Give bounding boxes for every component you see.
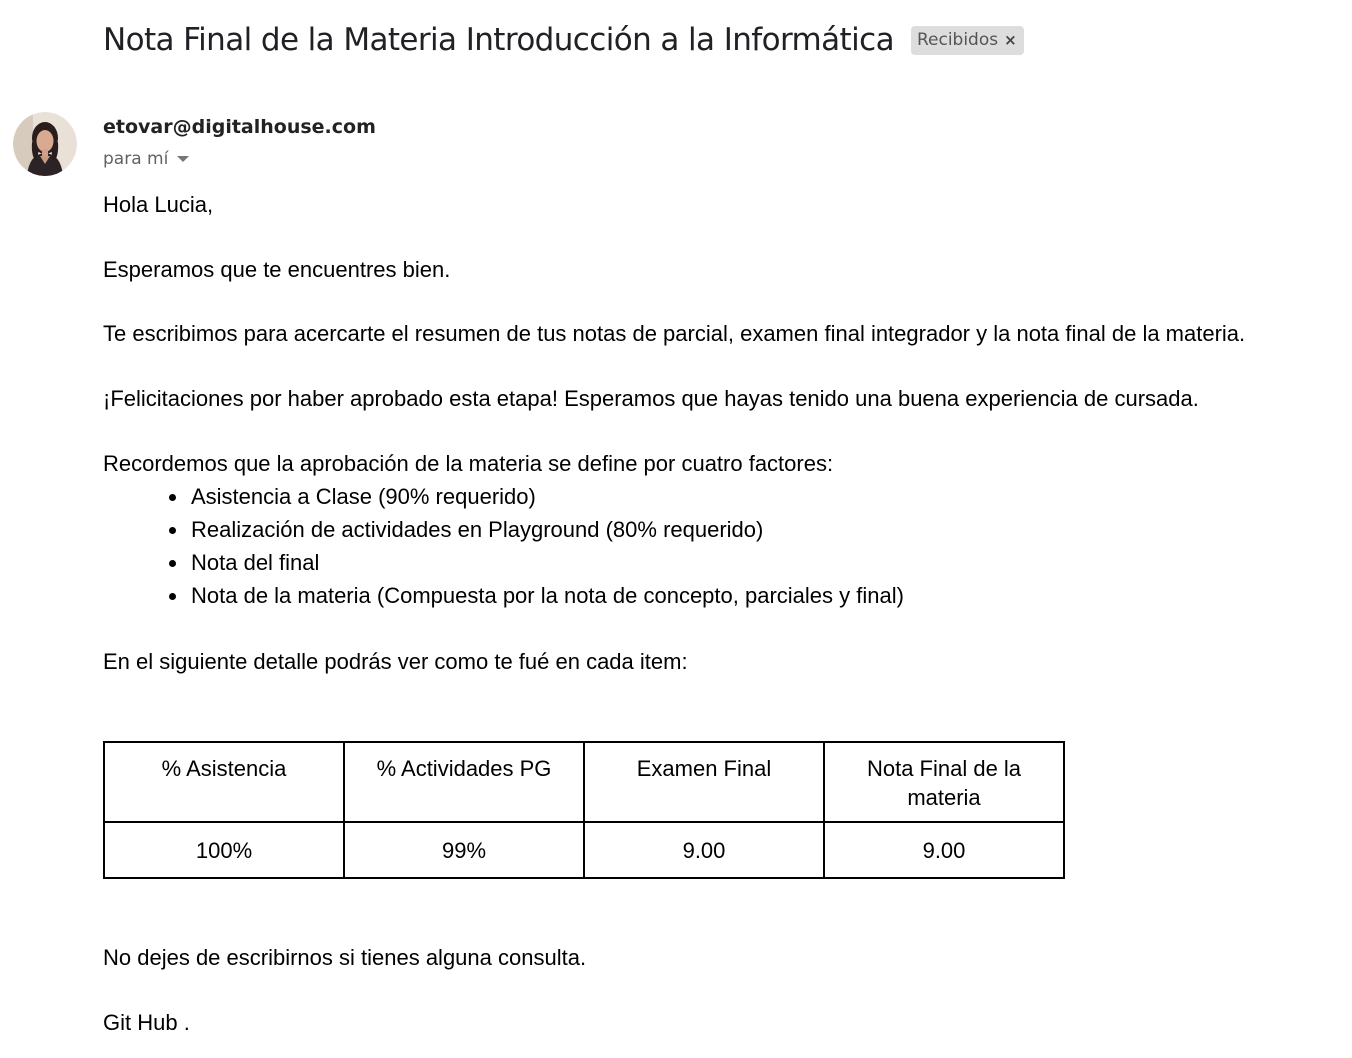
signature: Git Hub . (103, 1010, 190, 1035)
requirements-list: Asistencia a Clase (90% requerido) Reali… (169, 483, 904, 615)
email-subject: Nota Final de la Materia Introducción a … (103, 22, 895, 58)
recipient-details-toggle[interactable]: para mí (103, 149, 190, 169)
bullet-icon (169, 527, 176, 534)
list-item: Nota de la materia (Compuesta por la not… (169, 582, 904, 615)
table-header-cell: % Actividades PG (343, 741, 585, 823)
list-item: Nota del final (169, 549, 904, 582)
recipient-label: para mí (103, 149, 169, 169)
list-item: Realización de actividades en Playground… (169, 516, 904, 549)
grades-table: % Asistencia % Actividades PG Examen Fin… (103, 741, 1065, 879)
label-chip-inbox[interactable]: Recibidos × (910, 25, 1024, 55)
table-header-cell: % Asistencia (103, 741, 345, 823)
label-chip-text: Recibidos (916, 30, 999, 50)
subject-row: Nota Final de la Materia Introducción a … (103, 22, 1024, 58)
table-cell: 9.00 (823, 821, 1065, 879)
table-cell: 99% (343, 821, 585, 879)
list-item: Asistencia a Clase (90% requerido) (169, 483, 904, 516)
paragraph-2: Te escribimos para acercarte el resumen … (103, 321, 1246, 346)
avatar-photo-icon (13, 112, 77, 176)
close-icon[interactable]: × (1004, 31, 1017, 49)
table-header-row: % Asistencia % Actividades PG Examen Fin… (103, 741, 1065, 823)
table-cell: 9.00 (583, 821, 825, 879)
paragraph-1: Esperamos que te encuentres bien. (103, 257, 451, 282)
paragraph-3: ¡Felicitaciones por haber aprobado esta … (103, 386, 1199, 411)
table-cell: 100% (103, 821, 345, 879)
list-item-text: Nota del final (191, 550, 320, 575)
table-header-cell: Nota Final de la materia (823, 741, 1065, 823)
greeting: Hola Lucia, (103, 192, 214, 217)
bullet-icon (169, 593, 176, 600)
table-row: 100% 99% 9.00 9.00 (103, 821, 1065, 879)
list-item-text: Realización de actividades en Playground… (191, 517, 764, 542)
paragraph-5: En el siguiente detalle podrás ver como … (103, 649, 688, 674)
paragraph-6: No dejes de escribirnos si tienes alguna… (103, 945, 587, 970)
chevron-down-icon[interactable] (177, 156, 190, 162)
paragraph-4: Recordemos que la aprobación de la mater… (103, 451, 834, 476)
bullet-icon (169, 494, 176, 501)
list-item-text: Asistencia a Clase (90% requerido) (191, 484, 536, 509)
list-item-text: Nota de la materia (Compuesta por la not… (191, 583, 904, 608)
table-header-cell: Examen Final (583, 741, 825, 823)
bullet-icon (169, 560, 176, 567)
sender-email[interactable]: etovar@digitalhouse.com (103, 116, 376, 138)
sender-avatar[interactable] (13, 112, 77, 176)
